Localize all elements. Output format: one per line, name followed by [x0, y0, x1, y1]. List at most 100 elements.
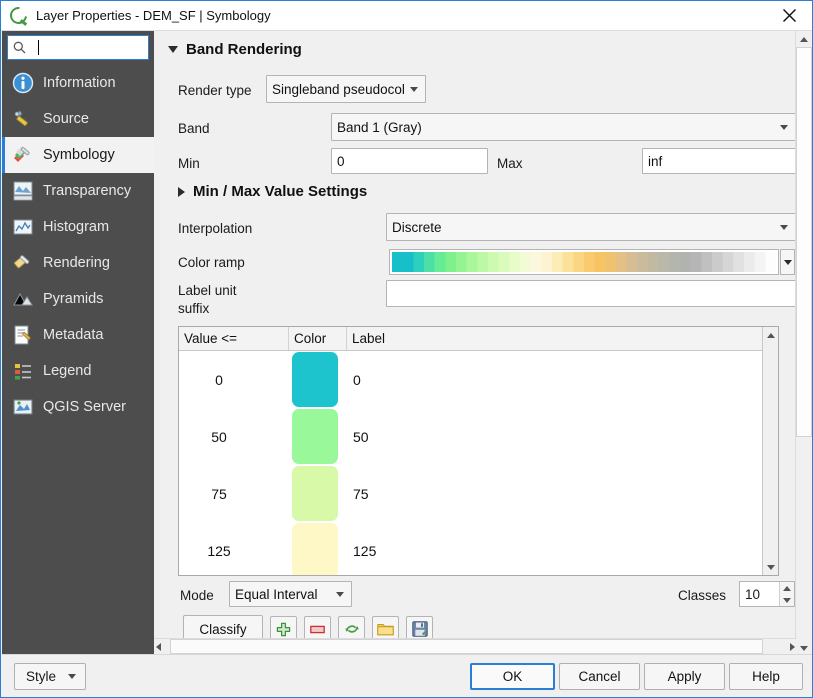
sidebar-item-source[interactable]: Source — [2, 101, 154, 137]
table-vertical-scrollbar[interactable] — [762, 327, 778, 575]
ok-button[interactable]: OK — [470, 663, 555, 690]
style-button[interactable]: Style — [14, 663, 86, 690]
label-unit-suffix-label-line2: suffix — [178, 301, 210, 316]
classes-label: Classes — [678, 588, 727, 603]
chevron-right-icon — [178, 186, 185, 197]
sidebar-item-label: Transparency — [43, 183, 132, 199]
max-input[interactable] — [642, 148, 796, 174]
label-unit-suffix-input[interactable] — [386, 280, 796, 307]
cancel-button[interactable]: Cancel — [559, 663, 640, 690]
table-header-row: Value <= Color Label — [179, 327, 778, 351]
sidebar-item-rendering[interactable]: Rendering — [2, 245, 154, 281]
panel-hscroll-thumb[interactable] — [170, 639, 763, 654]
cell-label[interactable]: 125 — [347, 543, 778, 559]
sidebar-item-transparency[interactable]: Transparency — [2, 173, 154, 209]
text-caret — [38, 40, 39, 55]
min-max-settings-label: Min / Max Value Settings — [193, 183, 368, 200]
search-box[interactable] — [7, 35, 208, 60]
sidebar: Information Source Symbology Transparenc… — [2, 31, 208, 656]
color-swatch[interactable] — [292, 523, 338, 575]
help-button[interactable]: Help — [729, 663, 803, 690]
panel-scroll-thumb[interactable] — [796, 47, 812, 437]
window-title: Layer Properties - DEM_SF | Symbology — [36, 8, 271, 23]
cell-value[interactable]: 50 — [179, 429, 289, 445]
sidebar-item-metadata[interactable]: Metadata — [2, 317, 154, 353]
sidebar-item-legend[interactable]: Legend — [2, 353, 154, 389]
transparency-icon — [10, 178, 36, 204]
table-row[interactable]: 125 125 — [179, 522, 778, 575]
color-swatch[interactable] — [292, 409, 338, 464]
cell-label[interactable]: 0 — [347, 372, 778, 388]
chevron-down-icon — [410, 86, 418, 92]
classify-button-label: Classify — [199, 621, 247, 637]
sidebar-item-histogram[interactable]: Histogram — [2, 209, 154, 245]
column-header-value[interactable]: Value <= — [179, 327, 289, 350]
cell-label[interactable]: 50 — [347, 429, 778, 445]
band-rendering-group-header[interactable]: Band Rendering — [168, 41, 797, 58]
chevron-down-icon — [168, 46, 178, 53]
sidebar-item-label: Symbology — [43, 147, 115, 163]
title-bar: Layer Properties - DEM_SF | Symbology — [1, 1, 812, 31]
mode-combo[interactable]: Equal Interval — [229, 581, 352, 607]
sidebar-item-symbology[interactable]: Symbology — [2, 137, 154, 173]
sidebar-item-label: Metadata — [43, 327, 104, 343]
pyramids-icon — [10, 286, 36, 312]
minus-icon — [310, 625, 325, 633]
sidebar-item-qgis-server[interactable]: QGIS Server — [2, 389, 154, 425]
symbology-icon — [10, 142, 36, 168]
min-max-settings-header[interactable]: Min / Max Value Settings — [178, 183, 367, 200]
table-row[interactable]: 50 50 — [179, 408, 778, 465]
qgis-logo-icon — [6, 3, 31, 28]
interpolation-value: Discrete — [392, 219, 442, 235]
classes-spinbox[interactable]: 10 — [739, 581, 795, 607]
cell-value[interactable]: 75 — [179, 486, 289, 502]
color-ramp-dropdown-button[interactable] — [780, 249, 795, 275]
cell-color[interactable] — [289, 409, 347, 464]
cell-color[interactable] — [289, 466, 347, 521]
style-button-label: Style — [26, 669, 57, 684]
ok-button-label: OK — [502, 669, 523, 684]
interpolation-combo[interactable]: Discrete — [386, 213, 796, 241]
panel-scroll-up-button[interactable] — [796, 31, 812, 47]
color-ramp-preview[interactable] — [389, 249, 779, 275]
table-row[interactable]: 00 — [179, 351, 778, 408]
color-swatch[interactable] — [292, 466, 338, 521]
metadata-icon — [10, 322, 36, 348]
apply-button-label: Apply — [667, 669, 702, 684]
max-label: Max — [497, 156, 523, 171]
cell-color[interactable] — [289, 523, 347, 575]
band-combo[interactable]: Band 1 (Gray) — [331, 113, 796, 141]
close-icon[interactable] — [766, 1, 812, 30]
table-row[interactable]: 75 75 — [179, 465, 778, 522]
column-header-label[interactable]: Label — [347, 327, 778, 350]
panel-vertical-scrollbar[interactable] — [795, 31, 812, 656]
color-ramp-label: Color ramp — [178, 255, 245, 270]
chevron-down-icon — [783, 259, 792, 265]
cancel-button-label: Cancel — [578, 669, 621, 684]
sidebar-item-information[interactable]: Information — [2, 65, 154, 101]
label-unit-suffix-label-line1: Label unit — [178, 283, 237, 298]
color-swatch[interactable] — [292, 352, 338, 407]
chevron-down-icon — [780, 124, 788, 130]
scroll-up-button[interactable] — [763, 327, 778, 343]
classes-decrement-button[interactable] — [780, 594, 794, 606]
render-type-combo[interactable]: Singleband pseudocolor — [266, 75, 426, 103]
scroll-right-button[interactable] — [790, 643, 795, 651]
classes-stepper[interactable] — [779, 582, 794, 606]
cell-color[interactable] — [289, 352, 347, 407]
band-value: Band 1 (Gray) — [337, 119, 422, 135]
panel-horizontal-scrollbar[interactable] — [154, 638, 797, 654]
column-header-color[interactable]: Color — [289, 327, 347, 350]
refresh-icon — [344, 625, 359, 633]
sidebar-item-pyramids[interactable]: Pyramids — [2, 281, 154, 317]
cell-value[interactable]: 0 — [179, 372, 289, 388]
scroll-down-button[interactable] — [763, 559, 778, 575]
apply-button[interactable]: Apply — [644, 663, 725, 690]
sidebar-item-label: Histogram — [43, 219, 110, 235]
scroll-left-button[interactable] — [156, 643, 161, 651]
sidebar-item-label: Source — [43, 111, 89, 127]
cell-label[interactable]: 75 — [347, 486, 778, 502]
classes-increment-button[interactable] — [780, 582, 794, 594]
cell-value[interactable]: 125 — [179, 543, 289, 559]
min-input[interactable] — [331, 148, 488, 174]
